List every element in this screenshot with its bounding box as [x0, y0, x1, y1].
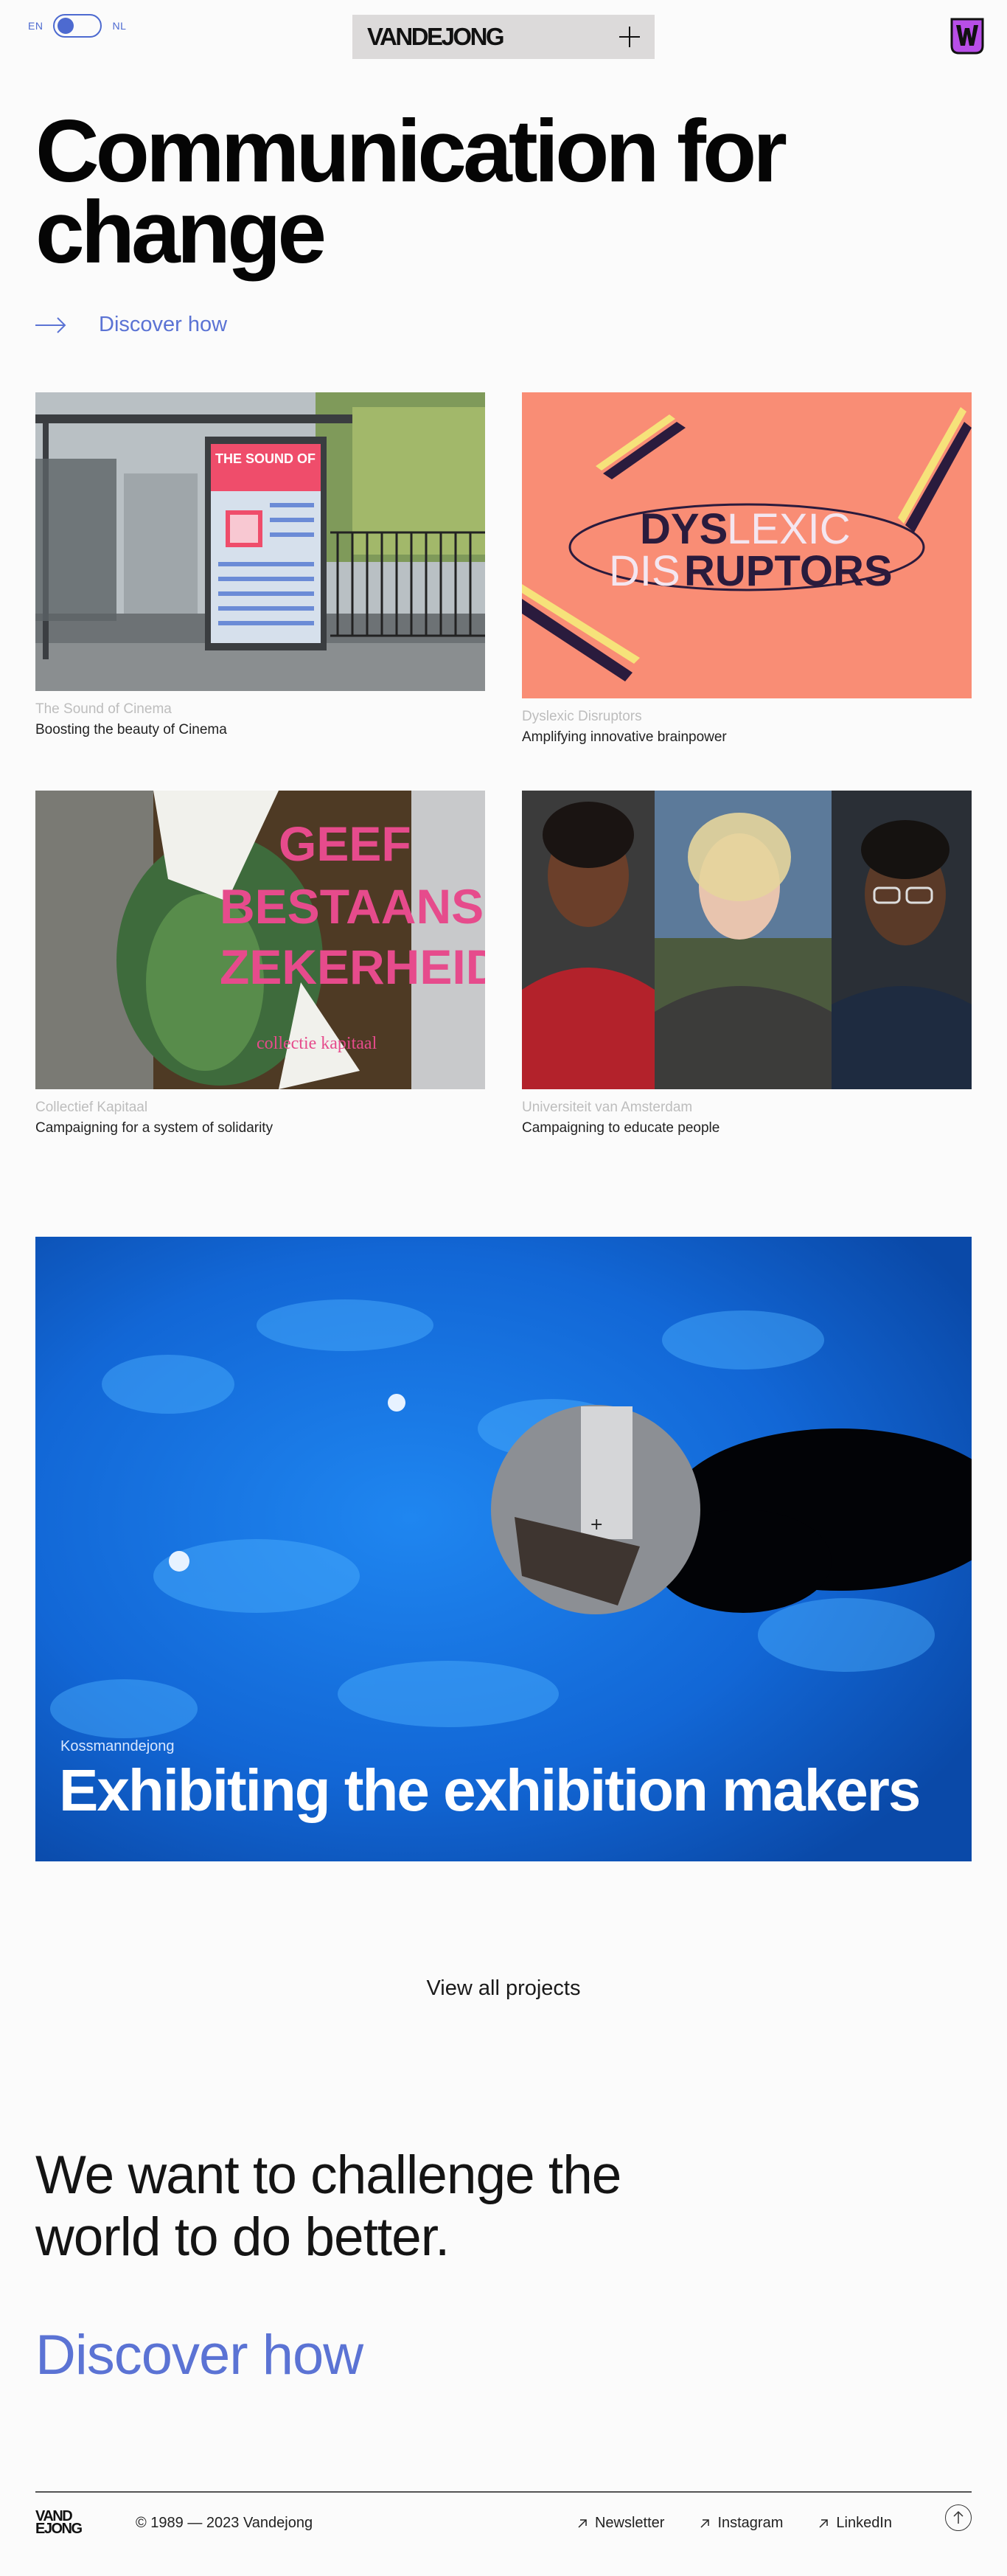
- discover-how-big-link[interactable]: Discover how: [35, 2323, 363, 2387]
- tagline-line-2: world to do better.: [35, 2207, 450, 2267]
- portraits-illustration: [522, 791, 972, 1089]
- project-description: Campaigning to educate people: [522, 1120, 720, 1136]
- site-footer: VAND EJONG © 1989 — 2023 Vandejong Newsl…: [35, 2491, 972, 2550]
- footer-link-label: Instagram: [717, 2515, 784, 2531]
- discover-link[interactable]: Discover how: [35, 313, 227, 337]
- back-to-top-button[interactable]: [945, 2504, 972, 2531]
- hero-line-1: Communication for: [35, 102, 787, 201]
- hero-heading: Communication for change: [35, 102, 846, 282]
- lang-en-label[interactable]: EN: [28, 20, 43, 32]
- arrow-right-icon: [35, 316, 66, 333]
- hero-line-2: change: [35, 183, 327, 282]
- poster-word-bestaans: BESTAANS: [220, 879, 484, 934]
- featured-project[interactable]: + Kossmanndejong Exhibiting the exhibiti…: [35, 1237, 972, 1861]
- bus-shelter-illustration: THE SOUND OF: [35, 392, 485, 691]
- project-card-collectief-kapitaal[interactable]: GEEF BESTAANS ZEKERHEID collectie kapita…: [35, 791, 485, 1136]
- tagline: We want to challenge the world to do bet…: [35, 2145, 699, 2268]
- footer-link-newsletter[interactable]: Newsletter: [577, 2515, 664, 2532]
- arrow-up-right-icon: [700, 2518, 710, 2528]
- w-badge-icon[interactable]: [949, 16, 985, 56]
- site-header: EN NL VANDEJONG: [0, 0, 1007, 66]
- footer-link-label: Newsletter: [594, 2515, 665, 2531]
- project-card-dyslexic-disruptors[interactable]: DYS LEXIC DIS RUPTORS Dyslexic Disruptor…: [522, 392, 972, 746]
- poster-word-dis: DIS: [609, 547, 680, 595]
- footer-links: Newsletter Instagram LinkedIn: [577, 2515, 892, 2532]
- project-image: [522, 791, 972, 1089]
- featured-title: Exhibiting the exhibition makers: [59, 1757, 921, 1823]
- footer-logo[interactable]: VAND EJONG: [35, 2509, 83, 2537]
- project-card-universiteit-van-amsterdam[interactable]: Universiteit van Amsterdam Campaigning t…: [522, 791, 972, 1136]
- discover-link-label: Discover how: [99, 313, 228, 336]
- geef-poster-illustration: GEEF BESTAANS ZEKERHEID collectie kapita…: [35, 791, 485, 1089]
- poster-word-ruptors: RUPTORS: [684, 547, 893, 595]
- project-image: DYS LEXIC DIS RUPTORS: [522, 392, 972, 698]
- poster-word-geef: GEEF: [279, 816, 411, 871]
- project-client: Universiteit van Amsterdam: [522, 1100, 693, 1115]
- project-image: THE SOUND OF: [35, 392, 485, 691]
- project-image: GEEF BESTAANS ZEKERHEID collectie kapita…: [35, 791, 485, 1089]
- view-all-projects-link[interactable]: View all projects: [0, 1976, 1007, 2001]
- arrow-up-right-icon: [819, 2518, 829, 2528]
- footer-link-linkedin[interactable]: LinkedIn: [818, 2515, 892, 2532]
- tagline-line-1: We want to challenge the: [35, 2145, 621, 2205]
- project-description: Amplifying innovative brainpower: [522, 729, 727, 745]
- lang-nl-label[interactable]: NL: [112, 20, 126, 32]
- poster-word-lexic: LEXIC: [727, 505, 851, 553]
- brand-bar[interactable]: VANDEJONG: [352, 15, 655, 59]
- language-toggle[interactable]: [53, 14, 102, 38]
- poster-subline: collectie kapitaal: [257, 1034, 377, 1053]
- svg-text:+: +: [590, 1516, 603, 1534]
- project-description: Boosting the beauty of Cinema: [35, 722, 227, 737]
- project-card-sound-of-cinema[interactable]: THE SOUND OF The Sound of Cinema Boostin…: [35, 392, 485, 738]
- footer-link-instagram[interactable]: Instagram: [700, 2515, 783, 2532]
- project-client: Collectief Kapitaal: [35, 1100, 148, 1115]
- project-client: The Sound of Cinema: [35, 701, 172, 717]
- footer-logo-line-2: EJONG: [35, 2521, 83, 2537]
- featured-client: Kossmanndejong: [60, 1738, 175, 1754]
- arrow-up-icon: [952, 2510, 964, 2524]
- plus-icon[interactable]: [619, 27, 640, 47]
- project-description: Campaigning for a system of solidarity: [35, 1120, 273, 1136]
- language-switch: EN NL: [28, 14, 126, 38]
- site-logo[interactable]: VANDEJONG: [367, 23, 505, 51]
- copyright: © 1989 — 2023 Vandejong: [136, 2515, 313, 2531]
- toggle-knob: [58, 18, 74, 34]
- poster-word-dys: DYS: [640, 505, 728, 553]
- footer-link-label: LinkedIn: [836, 2515, 892, 2531]
- poster-title-text: THE SOUND OF: [215, 451, 316, 466]
- arrow-up-right-icon: [578, 2518, 587, 2528]
- poster-word-zekerheid: ZEKERHEID: [220, 940, 485, 994]
- dyslexic-poster-illustration: DYS LEXIC DIS RUPTORS: [522, 392, 972, 698]
- project-client: Dyslexic Disruptors: [522, 709, 642, 724]
